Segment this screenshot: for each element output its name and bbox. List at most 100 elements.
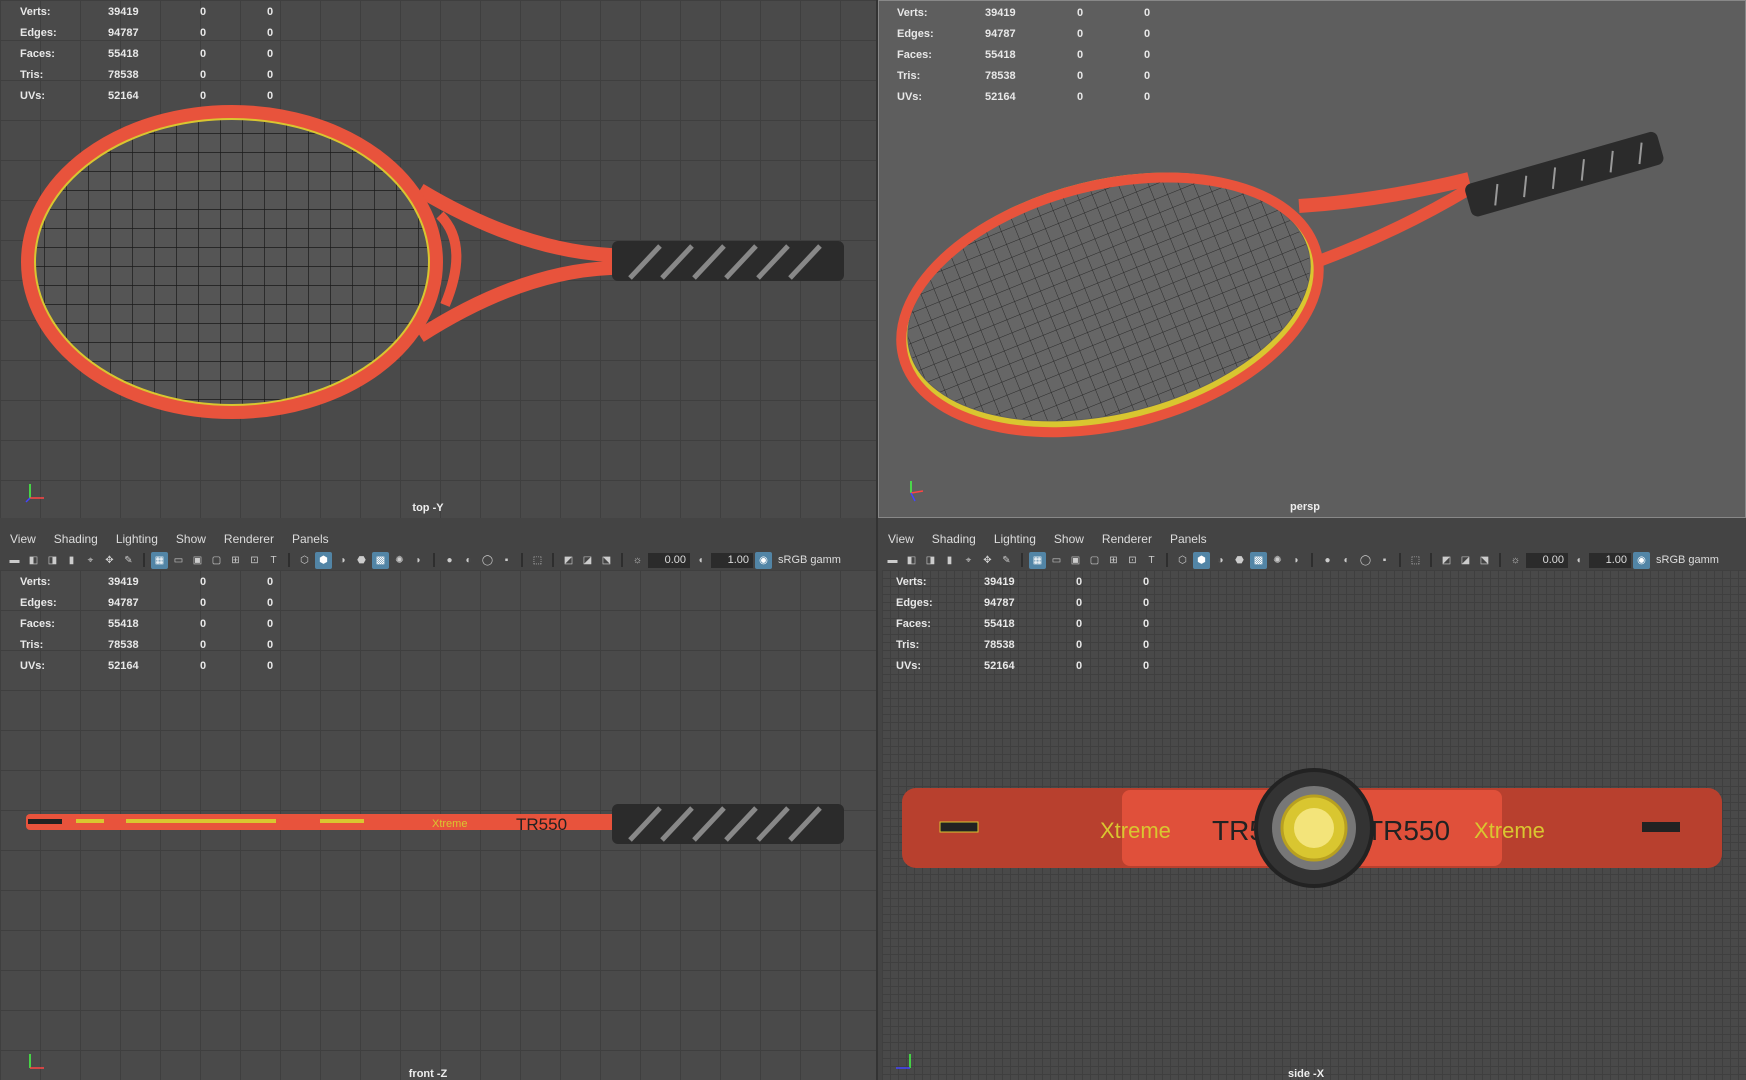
- screen-space-ao-icon[interactable]: ●: [441, 552, 458, 569]
- viewport-persp[interactable]: Verts: 39419 0 0 Edges: 94787 0 0 Faces: 55418 0…: [878, 0, 1746, 518]
- menu-panels[interactable]: Panels: [292, 532, 329, 546]
- menu-shading[interactable]: Shading: [54, 532, 98, 546]
- axis-gizmo-icon: [25, 484, 44, 503]
- panel-menu: View Shading Lighting Show Renderer Pane…: [10, 532, 329, 546]
- wireframe-on-shaded-icon[interactable]: ⬣: [353, 552, 370, 569]
- viewport-side[interactable]: Xtreme TR550 TR550 Xtreme Verts: 39419 0 0 …: [882, 570, 1746, 1080]
- bookmark-flag-icon[interactable]: ▮: [941, 552, 958, 569]
- brand-text-mirror: Xtreme: [1474, 818, 1545, 843]
- image-plane-icon[interactable]: ⌖: [960, 552, 977, 569]
- axis-gizmo-icon: [910, 481, 924, 502]
- brand-text: Xtreme: [1100, 818, 1171, 843]
- menu-renderer[interactable]: Renderer: [224, 532, 274, 546]
- smooth-shade-icon[interactable]: ⬢: [1193, 551, 1210, 569]
- viewport-label: side -X: [1287, 1068, 1325, 1080]
- exposure-field[interactable]: 0.00: [1526, 552, 1568, 568]
- camera-attributes-icon[interactable]: ◧: [903, 552, 920, 569]
- color-space-select[interactable]: sRGB gamm: [1656, 554, 1719, 566]
- grease-pencil-icon[interactable]: ✎: [998, 552, 1015, 569]
- exposure-icon[interactable]: ☼: [629, 552, 646, 569]
- bookmark-icon[interactable]: ◨: [922, 552, 939, 569]
- wireframe-icon[interactable]: ⬡: [1174, 552, 1191, 569]
- image-plane-icon[interactable]: ⌖: [82, 552, 99, 569]
- menu-view[interactable]: View: [10, 532, 36, 546]
- xray-joints-icon[interactable]: ◪: [1457, 552, 1474, 569]
- anti-aliasing-icon[interactable]: ◯: [479, 552, 496, 569]
- isolate-select-icon[interactable]: ⬚: [529, 552, 546, 569]
- axis-gizmo-icon: [29, 1054, 44, 1069]
- bookmark-icon[interactable]: ◨: [44, 552, 61, 569]
- grid-icon[interactable]: ▦: [151, 551, 168, 569]
- gate-mask-icon[interactable]: ▢: [1086, 552, 1103, 569]
- resolution-gate-icon[interactable]: ▣: [1067, 552, 1084, 569]
- poly-count-hud: Verts: 39419 0 0 Edges: 94787 0 0 Faces: 55418 0…: [896, 576, 1150, 672]
- gate-mask-icon[interactable]: ▢: [208, 552, 225, 569]
- grid-icon[interactable]: ▦: [1029, 551, 1046, 569]
- select-camera-icon[interactable]: ▬: [884, 552, 901, 569]
- menu-panels[interactable]: Panels: [1170, 532, 1207, 546]
- menu-shading[interactable]: Shading: [932, 532, 976, 546]
- textured-icon[interactable]: ▩: [372, 551, 389, 569]
- resolution-gate-icon[interactable]: ▣: [189, 552, 206, 569]
- wireframe-icon[interactable]: ⬡: [296, 552, 313, 569]
- gamma-field[interactable]: 1.00: [1589, 552, 1631, 568]
- menu-show[interactable]: Show: [1054, 532, 1084, 546]
- viewport-label: top -Y: [412, 502, 444, 514]
- exposure-field[interactable]: 0.00: [648, 552, 690, 568]
- motion-blur-icon[interactable]: ◐: [460, 552, 477, 569]
- safe-title-icon[interactable]: T: [1143, 552, 1160, 569]
- menu-lighting[interactable]: Lighting: [116, 532, 158, 546]
- safe-action-icon[interactable]: ⊡: [246, 552, 263, 569]
- color-management-icon[interactable]: ◉: [755, 551, 772, 569]
- color-space-select[interactable]: sRGB gamm: [778, 554, 841, 566]
- xray-icon[interactable]: ◩: [1438, 552, 1455, 569]
- grease-pencil-icon[interactable]: ✎: [120, 552, 137, 569]
- camera-attributes-icon[interactable]: ◧: [25, 552, 42, 569]
- depth-of-field-icon[interactable]: ▪: [498, 552, 515, 569]
- gamma-field[interactable]: 1.00: [711, 552, 753, 568]
- menu-lighting[interactable]: Lighting: [994, 532, 1036, 546]
- viewport-label: persp: [1290, 501, 1320, 513]
- menu-renderer[interactable]: Renderer: [1102, 532, 1152, 546]
- color-management-icon[interactable]: ◉: [1633, 551, 1650, 569]
- two-d-pan-icon[interactable]: ✥: [101, 552, 118, 569]
- xray-active-icon[interactable]: ⬔: [598, 552, 615, 569]
- lighting-icon[interactable]: ✺: [391, 552, 408, 569]
- default-material-icon[interactable]: ◑: [334, 552, 351, 569]
- menu-view[interactable]: View: [888, 532, 914, 546]
- safe-action-icon[interactable]: ⊡: [1124, 552, 1141, 569]
- xray-icon[interactable]: ◩: [560, 552, 577, 569]
- exposure-icon[interactable]: ☼: [1507, 552, 1524, 569]
- gamma-icon[interactable]: ◖: [692, 552, 709, 569]
- screen-space-ao-icon[interactable]: ●: [1319, 552, 1336, 569]
- brand-text: Xtreme: [432, 818, 467, 830]
- shadows-icon[interactable]: ◗: [1288, 552, 1305, 569]
- isolate-select-icon[interactable]: ⬚: [1407, 552, 1424, 569]
- anti-aliasing-icon[interactable]: ◯: [1357, 552, 1374, 569]
- select-camera-icon[interactable]: ▬: [6, 552, 23, 569]
- lighting-icon[interactable]: ✺: [1269, 552, 1286, 569]
- film-gate-icon[interactable]: ▭: [1048, 552, 1065, 569]
- poly-count-hud: Verts: 39419 0 0 Edges: 94787 0 0 Faces: 55418 0…: [20, 576, 274, 672]
- model-text-mirror: TR550: [1366, 815, 1450, 846]
- default-material-icon[interactable]: ◑: [1212, 552, 1229, 569]
- depth-of-field-icon[interactable]: ▪: [1376, 552, 1393, 569]
- viewport-top[interactable]: Verts: 39419 0 0 Edges: 94787 0 0 Faces: 55418 0…: [0, 0, 876, 518]
- menu-show[interactable]: Show: [176, 532, 206, 546]
- xray-joints-icon[interactable]: ◪: [579, 552, 596, 569]
- bookmark-flag-icon[interactable]: ▮: [63, 552, 80, 569]
- textured-icon[interactable]: ▩: [1250, 551, 1267, 569]
- smooth-shade-icon[interactable]: ⬢: [315, 551, 332, 569]
- viewport-divider[interactable]: [876, 0, 878, 1080]
- xray-active-icon[interactable]: ⬔: [1476, 552, 1493, 569]
- motion-blur-icon[interactable]: ◐: [1338, 552, 1355, 569]
- wireframe-on-shaded-icon[interactable]: ⬣: [1231, 552, 1248, 569]
- field-chart-icon[interactable]: ⊞: [227, 552, 244, 569]
- two-d-pan-icon[interactable]: ✥: [979, 552, 996, 569]
- gamma-icon[interactable]: ◖: [1570, 552, 1587, 569]
- field-chart-icon[interactable]: ⊞: [1105, 552, 1122, 569]
- viewport-front[interactable]: Xtreme TR550 Verts: 39419 0 0 Edges: 94787 0 0…: [0, 570, 876, 1080]
- film-gate-icon[interactable]: ▭: [170, 552, 187, 569]
- safe-title-icon[interactable]: T: [265, 552, 282, 569]
- shadows-icon[interactable]: ◗: [410, 552, 427, 569]
